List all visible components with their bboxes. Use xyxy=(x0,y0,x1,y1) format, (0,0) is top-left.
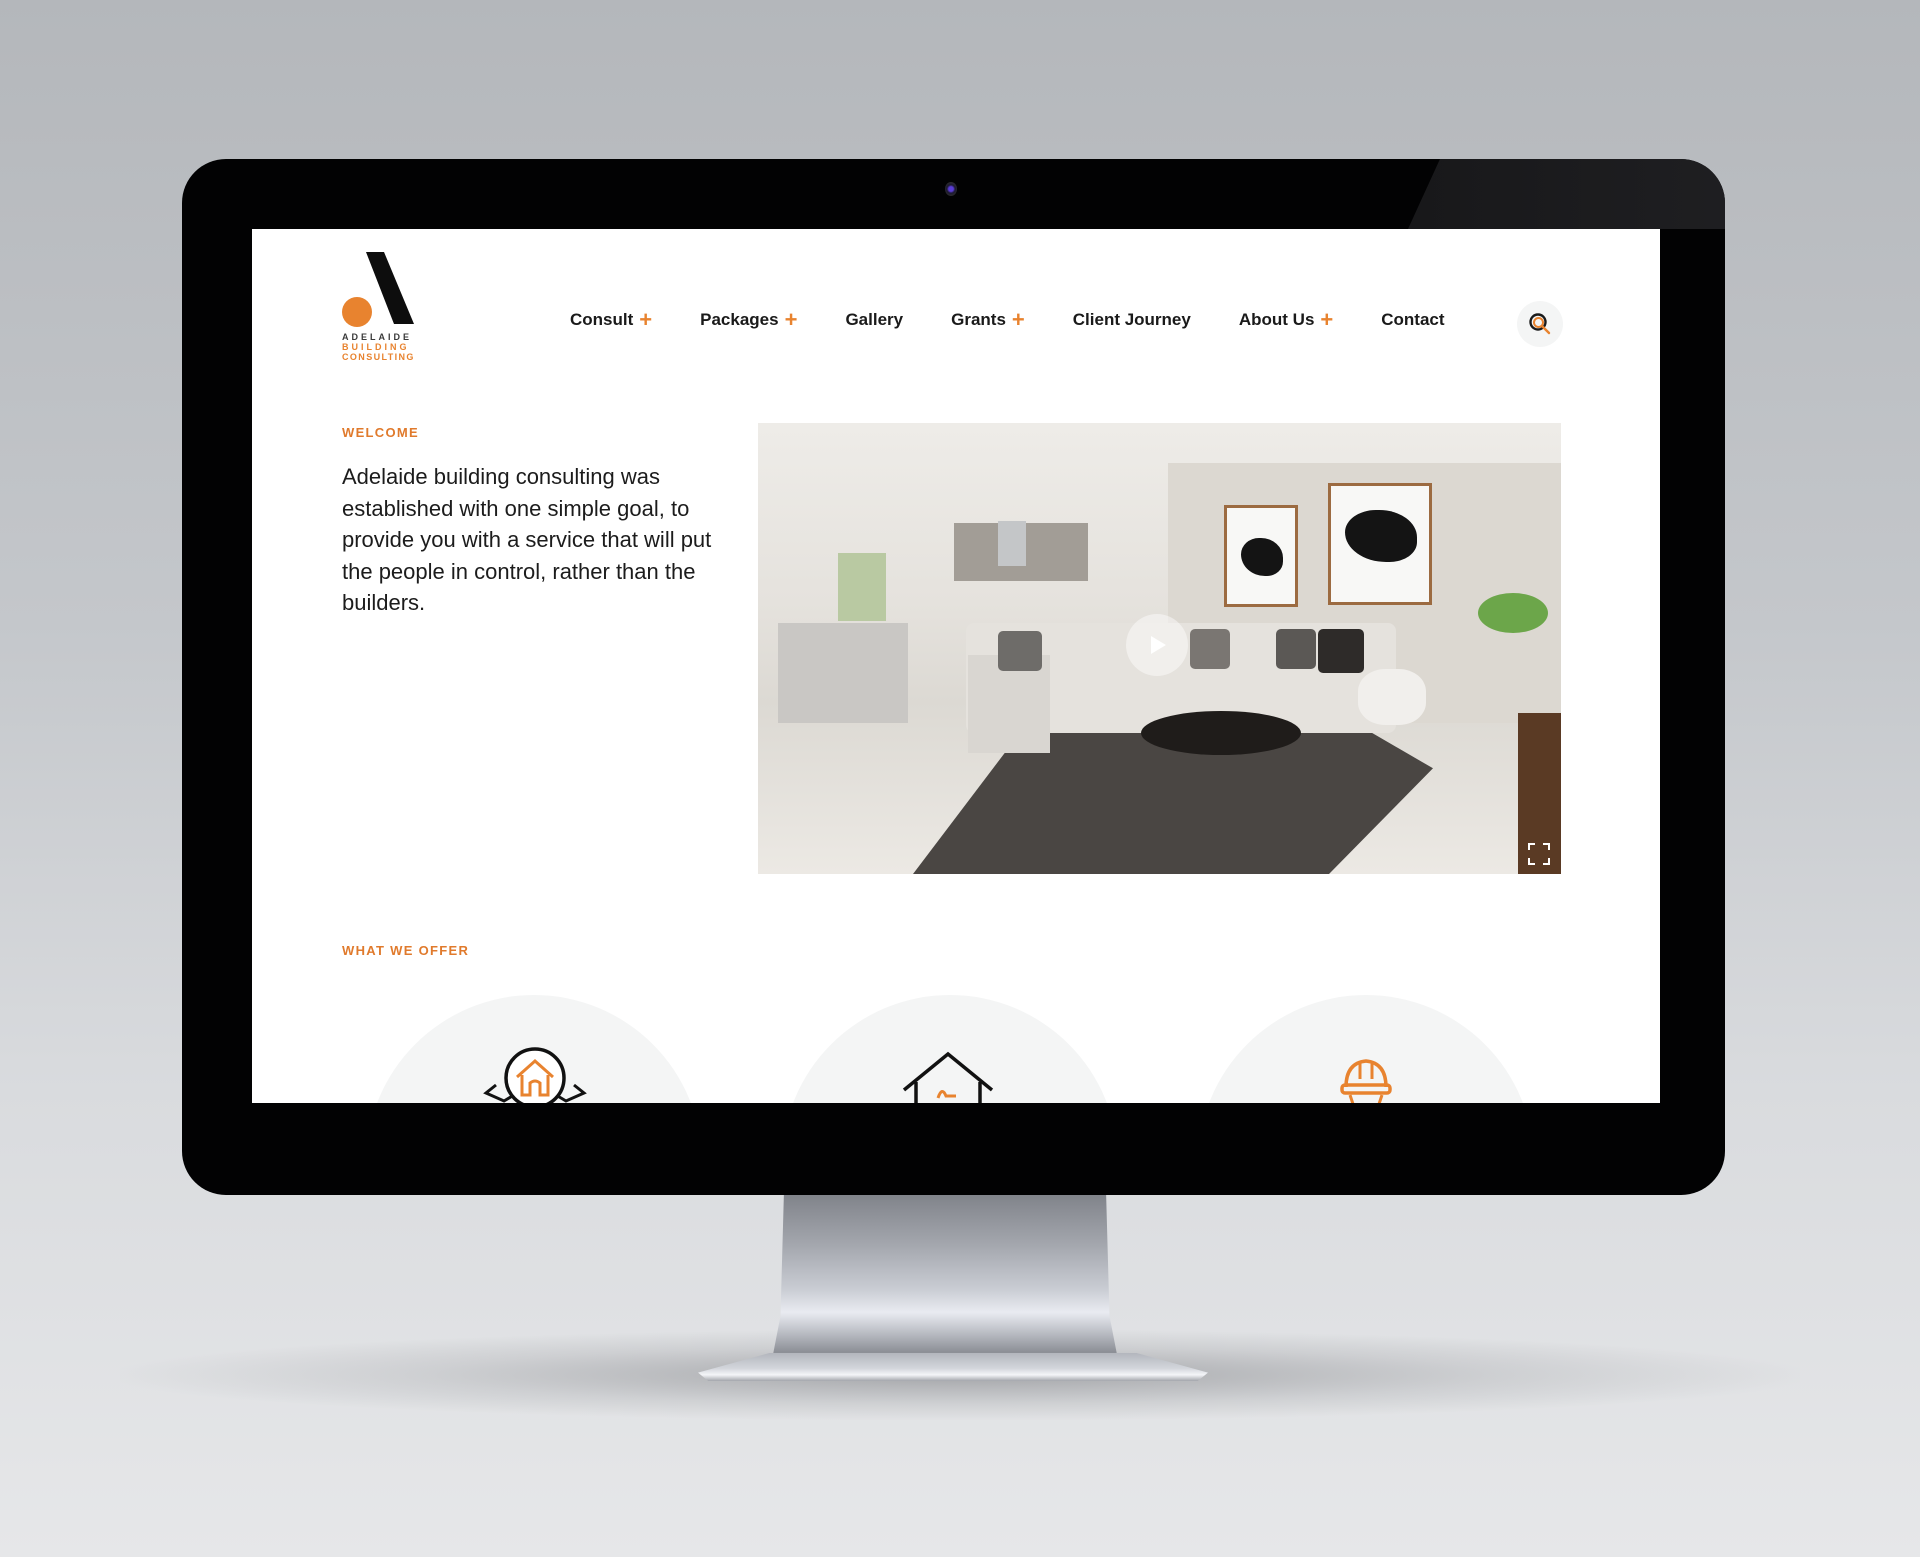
video-artwork xyxy=(1328,483,1432,605)
website-screen: ADELAIDE BUILDING CONSULTING Consult + P… xyxy=(252,229,1660,1103)
hard-hat-icon xyxy=(1340,1059,1392,1103)
fullscreen-icon[interactable] xyxy=(1528,843,1550,865)
intro-text: Adelaide building consulting was establi… xyxy=(342,464,712,615)
video-cushion xyxy=(1318,629,1364,673)
intro-video[interactable] xyxy=(758,423,1561,874)
offer-card-1[interactable] xyxy=(366,995,702,1103)
play-button[interactable] xyxy=(1126,614,1188,676)
video-plant xyxy=(1478,593,1548,633)
video-rangehood xyxy=(998,521,1026,566)
search-icon xyxy=(1529,313,1551,335)
plus-icon[interactable]: + xyxy=(639,309,652,331)
bezel-glare xyxy=(1408,159,1725,229)
logo-text-building: BUILDING xyxy=(342,342,410,352)
monitor-stand-base xyxy=(698,1353,1208,1381)
video-window xyxy=(838,553,886,621)
nav-item-about-us[interactable]: About Us + xyxy=(1239,309,1333,331)
video-cushion xyxy=(1190,629,1230,669)
nav-label: About Us xyxy=(1238,310,1315,329)
house-chair-icon xyxy=(902,1051,994,1103)
nav-item-grants[interactable]: Grants + xyxy=(951,309,1025,331)
plus-icon[interactable]: + xyxy=(1320,309,1333,331)
video-artwork xyxy=(1224,505,1298,607)
monitor-mockup: ADELAIDE BUILDING CONSULTING Consult + P… xyxy=(0,0,1920,1557)
nav-item-gallery[interactable]: Gallery xyxy=(845,310,903,330)
video-coffee-table xyxy=(1141,711,1301,755)
nav-label: Packages xyxy=(700,310,779,329)
video-kitchen-island xyxy=(778,623,908,723)
search-button[interactable] xyxy=(1517,301,1563,347)
video-cushion xyxy=(998,631,1042,671)
nav-item-contact[interactable]: Contact xyxy=(1381,310,1444,330)
play-icon xyxy=(1151,636,1166,654)
monitor-stand-neck xyxy=(770,1190,1120,1370)
logo-text-consulting: CONSULTING xyxy=(342,352,415,362)
house-badge-icon xyxy=(483,1047,587,1103)
plus-icon[interactable]: + xyxy=(785,309,798,331)
nav-label: Gallery xyxy=(845,310,904,329)
nav-label: Contact xyxy=(1381,310,1445,329)
offer-card-3[interactable] xyxy=(1198,995,1534,1103)
site-logo[interactable]: ADELAIDE BUILDING CONSULTING xyxy=(342,252,418,367)
nav-label: Consult xyxy=(570,310,634,329)
video-cushion xyxy=(1276,629,1316,669)
monitor-bezel: ADELAIDE BUILDING CONSULTING Consult + P… xyxy=(182,159,1725,1195)
nav-item-consult[interactable]: Consult + xyxy=(570,309,652,331)
nav-label: Client Journey xyxy=(1072,310,1191,329)
plus-icon[interactable]: + xyxy=(1012,309,1025,331)
main-nav: Consult + Packages + Gallery Grants + Cl… xyxy=(570,309,1493,331)
logo-text-adelaide: ADELAIDE xyxy=(342,332,413,342)
welcome-eyebrow: WELCOME xyxy=(342,425,419,440)
nav-item-packages[interactable]: Packages + xyxy=(700,309,797,331)
nav-item-client-journey[interactable]: Client Journey xyxy=(1073,310,1191,330)
offer-eyebrow: WHAT WE OFFER xyxy=(342,943,470,958)
video-throw xyxy=(1358,669,1426,725)
nav-label: Grants xyxy=(951,310,1006,329)
camera-icon xyxy=(945,182,957,196)
offer-card-2[interactable] xyxy=(782,995,1118,1103)
logo-mark-icon xyxy=(342,252,414,327)
